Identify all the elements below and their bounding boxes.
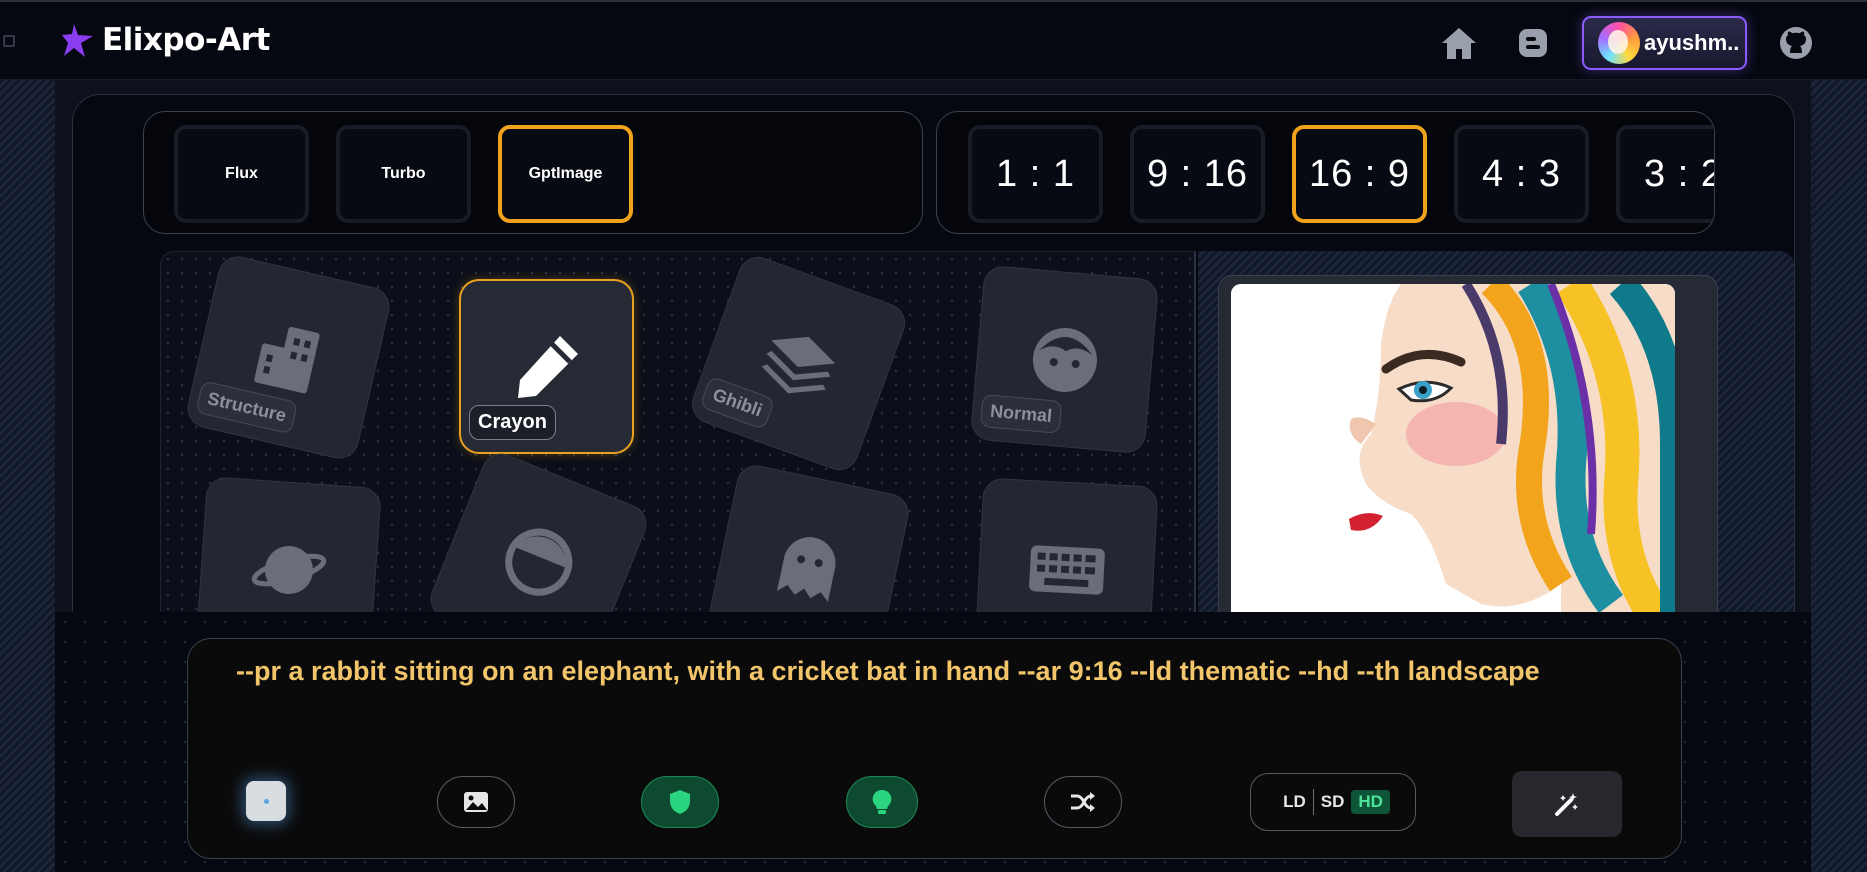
blog-button[interactable] (1508, 17, 1558, 69)
ratio-label: 16 : 9 (1308, 152, 1411, 195)
theme-card-ghibli[interactable]: Ghibli (686, 252, 911, 476)
model-chip-flux[interactable]: Flux (174, 125, 309, 223)
shield-icon (670, 790, 690, 814)
toggle-dot-icon (263, 798, 269, 804)
avatar (1598, 22, 1640, 64)
quality-selector: LD SD HD (1250, 773, 1416, 831)
corner-square-icon (3, 35, 15, 47)
ratio-label: 1 : 1 (996, 152, 1075, 195)
ghost-icon (776, 536, 836, 602)
ratio-chip-16-9[interactable]: 16 : 9 (1292, 125, 1427, 223)
right-hatch (1811, 80, 1867, 872)
model-label: Turbo (381, 165, 426, 182)
circle-half-icon (505, 528, 572, 595)
image-upload-icon (464, 792, 488, 812)
enhance-toggle[interactable] (246, 781, 286, 821)
preview-frame (1218, 275, 1718, 655)
ratio-label: 9 : 16 (1146, 152, 1249, 195)
user-profile-button[interactable]: ayushm.. (1582, 16, 1747, 70)
generate-button[interactable] (1512, 771, 1622, 837)
image-upload-button[interactable] (437, 776, 515, 828)
model-label: Flux (225, 165, 258, 182)
bulb-icon (872, 789, 892, 814)
quality-sd[interactable]: SD (1314, 790, 1352, 814)
theme-card-normal[interactable]: Normal (969, 264, 1160, 455)
preview-image (1231, 284, 1675, 655)
model-label: GptImage (528, 165, 603, 182)
user-name: ayushm.. (1644, 30, 1740, 55)
theme-label: Crayon (469, 405, 556, 440)
model-selector: Flux Turbo GptImage (143, 111, 923, 234)
brand-title: Elixpo-Art (102, 22, 270, 58)
blog-icon (1519, 29, 1547, 57)
theme-card-crayon[interactable]: Crayon (459, 279, 634, 454)
private-toggle-button[interactable] (641, 776, 719, 828)
star-logo-icon (62, 24, 93, 57)
model-chip-gptimage[interactable]: GptImage (498, 125, 633, 223)
nav-bar: ayushm.. (1434, 16, 1821, 70)
ratio-chip-3-2[interactable]: 3 : 2 (1616, 125, 1714, 223)
theme-label: Normal (979, 394, 1063, 434)
github-icon (1780, 27, 1812, 59)
quality-ld[interactable]: LD (1276, 790, 1313, 814)
ratio-label: 4 : 3 (1482, 152, 1561, 195)
main-panel: Flux Turbo GptImage 1 : 1 9 : 16 16 : 9 … (72, 94, 1795, 655)
planet-icon (251, 545, 326, 594)
building-icon (253, 326, 320, 393)
prompt-box[interactable]: --pr a rabbit sitting on an elephant, wi… (187, 638, 1682, 859)
ratio-chip-1-1[interactable]: 1 : 1 (968, 125, 1103, 223)
github-button[interactable] (1771, 17, 1821, 69)
shuffle-button[interactable] (1044, 776, 1122, 828)
brand[interactable]: Elixpo-Art (62, 22, 270, 58)
keyboard-icon (1028, 544, 1105, 595)
preview-area (1198, 251, 1794, 655)
face-icon (1032, 327, 1097, 392)
left-hatch (0, 80, 55, 872)
prompt-text[interactable]: --pr a rabbit sitting on an elephant, wi… (236, 653, 1556, 689)
pencil-icon (517, 335, 578, 398)
model-chip-turbo[interactable]: Turbo (336, 125, 471, 223)
magic-wand-icon (1555, 793, 1578, 816)
layers-icon (761, 336, 835, 393)
theme-grid: Structure Crayon Ghibli Normal (160, 251, 1196, 655)
quality-hd[interactable]: HD (1351, 790, 1390, 814)
top-bar: Elixpo-Art ayushm.. (0, 0, 1867, 80)
home-button[interactable] (1434, 17, 1484, 69)
home-icon (1442, 28, 1476, 59)
portrait-illustration (1231, 284, 1675, 655)
theme-card-structure[interactable]: Structure (183, 252, 394, 463)
ratio-label: 3 : 2 (1644, 152, 1714, 195)
ratio-chip-9-16[interactable]: 9 : 16 (1130, 125, 1265, 223)
ratio-selector: 1 : 1 9 : 16 16 : 9 4 : 3 3 : 2 (936, 111, 1715, 234)
ratio-chip-4-3[interactable]: 4 : 3 (1454, 125, 1589, 223)
enhance-prompt-button[interactable] (846, 776, 918, 828)
shuffle-icon (1071, 792, 1095, 812)
